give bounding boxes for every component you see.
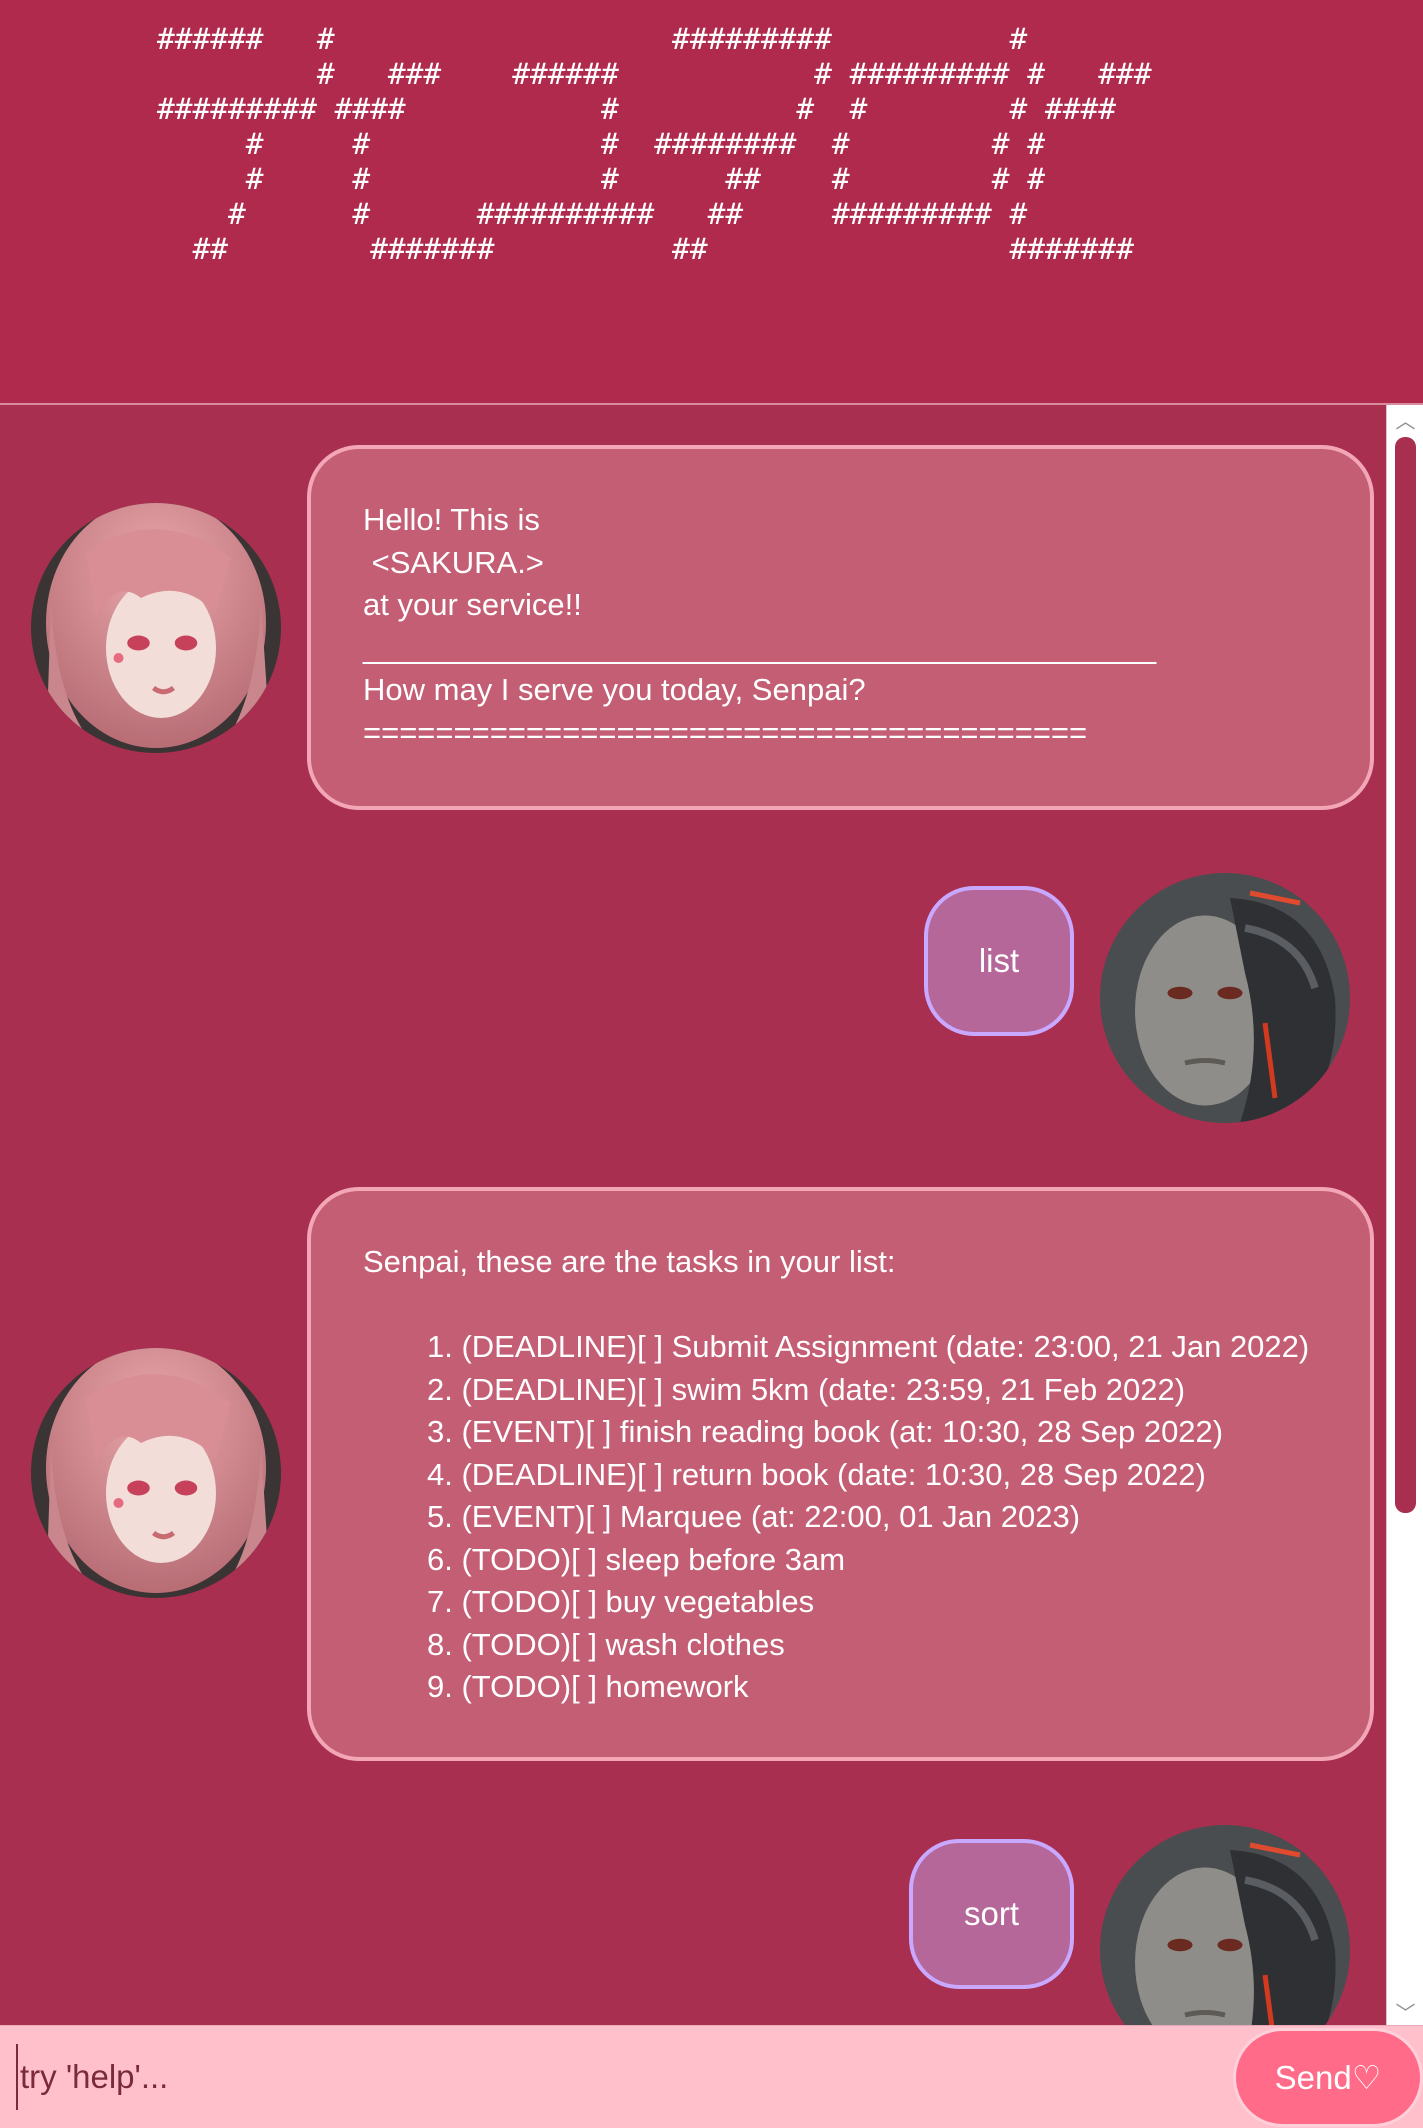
sakura-avatar-image [31, 1348, 281, 1598]
task-item: 1. (DEADLINE)[ ] Submit Assignment (date… [427, 1329, 1310, 1364]
ascii-art-logo: ###### # ######### # # ### ###### # ####… [157, 22, 1152, 266]
vertical-scrollbar[interactable]: ︿ ﹀ [1386, 405, 1423, 2025]
task-item: 9. (TODO)[ ] homework [427, 1669, 749, 1704]
input-bar: Send♡ [0, 2025, 1423, 2128]
user-avatar [1100, 873, 1350, 1123]
message-line: at your service!! [363, 587, 582, 622]
task-item: 6. (TODO)[ ] sleep before 3am [427, 1541, 846, 1577]
message-line: <SAKURA.> [363, 544, 544, 580]
message-line: How may I serve you today, Senpai? [363, 672, 866, 707]
user-message-text: sort [963, 1895, 1019, 1932]
bot-message-greeting: Hello! This is <SAKURA.> at your service… [307, 445, 1374, 810]
bot-message-task-list: Senpai, these are the tasks in your list… [307, 1187, 1374, 1761]
user-avatar [1100, 1825, 1350, 2025]
user-message-text: list [978, 942, 1020, 979]
send-button-label: Send♡ [1274, 2059, 1382, 2096]
scroll-up-arrow-icon[interactable]: ︿ [1387, 405, 1423, 433]
user-avatar-image [1100, 1825, 1350, 2025]
task-item: 3. (EVENT)[ ] finish reading book (at: 1… [427, 1414, 1224, 1449]
ascii-banner: ###### # ######### # # ### ###### # ####… [0, 0, 1423, 405]
send-button[interactable]: Send♡ [1233, 2028, 1423, 2127]
scrollbar-thumb[interactable] [1395, 437, 1416, 1513]
chat-scroll-pane[interactable]: Hello! This is <SAKURA.> at your service… [0, 405, 1423, 2025]
user-message-sort: sort [909, 1839, 1074, 1989]
task-item: 5. (EVENT)[ ] Marquee (at: 22:00, 01 Jan… [427, 1499, 1081, 1534]
message-line: Senpai, these are the tasks in your list… [363, 1244, 896, 1279]
message-input[interactable] [16, 2044, 1216, 2110]
message-divider-line: ======================================== [363, 714, 1088, 750]
task-item: 7. (TODO)[ ] buy vegetables [427, 1584, 815, 1619]
sakura-avatar [31, 1348, 281, 1598]
sakura-avatar [31, 503, 281, 753]
sakura-avatar-image [31, 503, 281, 753]
message-divider-line: ________________________________________… [363, 629, 1157, 665]
scroll-down-arrow-icon[interactable]: ﹀ [1387, 1997, 1423, 2025]
task-list: 1. (DEADLINE)[ ] Submit Assignment (date… [363, 1326, 1320, 1709]
task-item: 2. (DEADLINE)[ ] swim 5km (date: 23:59, … [427, 1371, 1186, 1407]
user-message-list: list [924, 886, 1074, 1036]
app-window: ###### # ######### # # ### ###### # ####… [0, 0, 1423, 2128]
message-line: Hello! This is [363, 502, 540, 537]
task-item: 8. (TODO)[ ] wash clothes [427, 1626, 785, 1662]
task-item: 4. (DEADLINE)[ ] return book (date: 10:3… [427, 1456, 1206, 1492]
user-avatar-image [1100, 873, 1350, 1123]
